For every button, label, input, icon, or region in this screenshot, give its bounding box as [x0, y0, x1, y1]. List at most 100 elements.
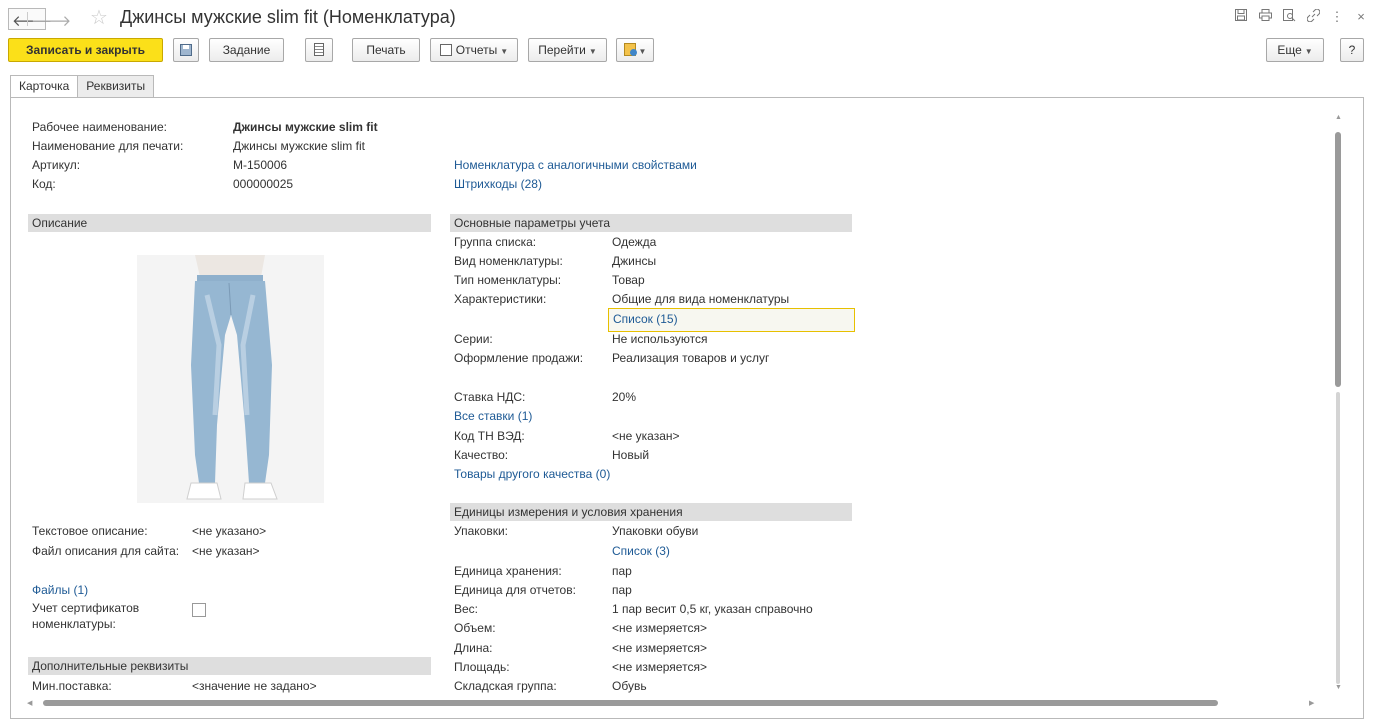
tab-card[interactable]: Карточка — [10, 75, 79, 98]
certificate-checkbox[interactable] — [192, 603, 206, 617]
min-supply-value[interactable]: <значение не задано> — [192, 679, 317, 693]
area-value[interactable]: <не измеряется> — [612, 660, 707, 674]
task-button[interactable]: Задание — [209, 38, 284, 62]
characteristics-list-link[interactable]: Список (15) — [613, 312, 678, 326]
length-value[interactable]: <не измеряется> — [612, 641, 707, 655]
reports-icon — [439, 44, 452, 56]
tab-requisites[interactable]: Реквизиты — [77, 75, 155, 98]
print-name-value[interactable]: Джинсы мужские slim fit — [233, 139, 365, 153]
text-description-value[interactable]: <не указано> — [192, 524, 266, 538]
vertical-scrollbar[interactable]: ▲ ▼ — [1333, 112, 1343, 692]
units-header: Единицы измерения и условия хранения — [450, 503, 852, 521]
reports-button[interactable]: Отчеты ▼ — [430, 38, 518, 62]
forward-arrow-icon[interactable]: 🡒 — [31, 11, 71, 30]
more-menu-icon[interactable]: ⋮ — [1330, 9, 1344, 25]
scroll-left-icon[interactable]: ◀ — [27, 699, 32, 707]
more-button[interactable]: Еще ▼ — [1266, 38, 1324, 62]
min-supply-label: Мин.поставка: — [32, 679, 112, 693]
favorite-star-icon[interactable]: ☆ — [90, 5, 108, 30]
certificate-label-line2: номенклатуры: — [32, 617, 116, 631]
description-header: Описание — [28, 214, 431, 232]
title-bar: 🡐 🡒 ☆ Джинсы мужские slim fit (Номенклат… — [0, 0, 1380, 36]
save-icon — [180, 44, 192, 56]
horizontal-scroll-thumb[interactable] — [43, 700, 1218, 706]
save-file-icon[interactable] — [1234, 9, 1248, 25]
window-title: Джинсы мужские slim fit (Номенклатура) — [120, 7, 456, 27]
area-label: Площадь: — [454, 660, 510, 674]
working-name-value[interactable]: Джинсы мужские slim fit — [233, 120, 378, 134]
nomenclature-kind-value[interactable]: Джинсы — [612, 254, 656, 268]
scroll-down-icon[interactable]: ▼ — [1335, 684, 1342, 691]
sale-registration-value[interactable]: Реализация товаров и услуг — [612, 351, 769, 365]
nomenclature-type-label: Тип номенклатуры: — [454, 273, 562, 287]
extra-requisites-header: Дополнительные реквизиты — [28, 657, 431, 675]
quality-value[interactable]: Новый — [612, 448, 649, 462]
barcodes-link[interactable]: Штрихкоды (28) — [454, 177, 542, 191]
other-quality-link[interactable]: Товары другого качества (0) — [454, 467, 610, 481]
horizontal-scrollbar[interactable]: ◀ ▶ — [25, 699, 1321, 707]
vertical-scroll-thumb[interactable] — [1335, 132, 1341, 387]
report-unit-value[interactable]: пар — [612, 583, 632, 597]
quality-label: Качество: — [454, 448, 509, 462]
storage-unit-value[interactable]: пар — [612, 564, 632, 578]
command-bar: Записать и закрыть Задание Печать Отчеты… — [0, 38, 1380, 64]
nav-buttons: 🡐 🡒 — [8, 8, 71, 30]
preview-icon[interactable] — [1282, 9, 1296, 25]
list-group-value[interactable]: Одежда — [612, 235, 656, 249]
vat-rate-label: Ставка НДС: — [454, 390, 526, 404]
print-icon[interactable] — [1258, 9, 1272, 25]
generate-button[interactable]: ▼ — [616, 38, 654, 62]
nomenclature-type-value[interactable]: Товар — [612, 273, 645, 287]
document-icon — [314, 43, 324, 56]
report-unit-label: Единица для отчетов: — [454, 583, 576, 597]
vertical-scroll-track[interactable] — [1336, 392, 1340, 684]
close-icon[interactable]: × — [1354, 9, 1368, 25]
article-value[interactable]: М-150006 — [233, 158, 287, 172]
nomenclature-kind-label: Вид номенклатуры: — [454, 254, 563, 268]
window-controls: ⋮ × — [1234, 8, 1368, 25]
volume-label: Объем: — [454, 621, 496, 635]
code-label: Код: — [32, 177, 56, 191]
packages-value[interactable]: Упаковки обуви — [612, 524, 698, 538]
all-rates-link[interactable]: Все ставки (1) — [454, 409, 532, 423]
code-value[interactable]: 000000025 — [233, 177, 293, 191]
storage-unit-label: Единица хранения: — [454, 564, 562, 578]
help-button[interactable]: ? — [1340, 38, 1364, 62]
characteristics-value[interactable]: Общие для вида номенклатуры — [612, 292, 789, 306]
reports-label: Отчеты — [455, 43, 498, 57]
files-link[interactable]: Файлы (1) — [32, 583, 88, 597]
weight-value[interactable]: 1 пар весит 0,5 кг, указан справочно — [612, 602, 813, 616]
series-value[interactable]: Не используются — [612, 332, 708, 346]
text-description-label: Текстовое описание: — [32, 524, 148, 538]
chevron-down-icon: ▼ — [638, 47, 647, 56]
save-button[interactable] — [173, 38, 199, 62]
product-photo[interactable] — [137, 255, 324, 503]
weight-label: Вес: — [454, 602, 479, 616]
scroll-up-icon[interactable]: ▲ — [1335, 114, 1342, 121]
characteristics-label: Характеристики: — [454, 292, 547, 306]
chevron-down-icon: ▼ — [588, 47, 597, 56]
nav-separator — [27, 12, 28, 26]
series-label: Серии: — [454, 332, 493, 346]
save-close-button[interactable]: Записать и закрыть — [8, 38, 163, 62]
site-file-label: Файл описания для сайта: — [32, 544, 180, 558]
site-file-value[interactable]: <не указан> — [192, 544, 260, 558]
scroll-right-icon[interactable]: ▶ — [1309, 699, 1314, 707]
warehouse-group-value[interactable]: Обувь — [612, 679, 647, 693]
more-label: Еще — [1277, 43, 1302, 57]
document-button[interactable] — [305, 38, 333, 62]
link-icon[interactable] — [1306, 8, 1320, 25]
print-button[interactable]: Печать — [352, 38, 420, 62]
length-label: Длина: — [454, 641, 493, 655]
tab-strip: Карточка Реквизиты — [10, 75, 155, 98]
vat-rate-value[interactable]: 20% — [612, 390, 636, 404]
tnved-code-value[interactable]: <не указан> — [612, 429, 680, 443]
packages-label: Упаковки: — [454, 524, 508, 538]
volume-value[interactable]: <не измеряется> — [612, 621, 707, 635]
analog-nomenclature-link[interactable]: Номенклатура с аналогичными свойствами — [454, 158, 697, 172]
jeans-image — [137, 255, 324, 503]
goto-button[interactable]: Перейти ▼ — [528, 38, 607, 62]
chevron-down-icon: ▼ — [1304, 47, 1313, 56]
sale-registration-label: Оформление продажи: — [454, 351, 584, 365]
packages-list-link[interactable]: Список (3) — [612, 544, 670, 558]
